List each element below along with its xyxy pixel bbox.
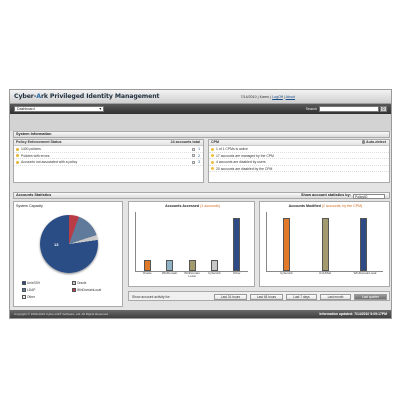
about-link[interactable]: About [286,95,295,99]
cpm-panel: CPM Auto-detect 1 of 1 CPMs is active 17… [208,139,390,183]
legend-item: WinDomainLocal [72,288,101,292]
current-user: Karen [259,95,270,99]
policy-row[interactable]: Accounts not associated with a policy 3 [14,159,203,166]
bar-label: WinDomain Local [184,271,200,279]
header: Cyber-Ark Privileged Identity Management … [10,90,391,104]
account-stats-header: Accounts Statistics Show account statist… [13,192,390,199]
activity-month-button[interactable]: Last month [320,294,351,300]
legend-item: Oracle [72,281,86,285]
search-icon: ⚲ [382,107,385,111]
logo: Cyber-Ark Privileged Identity Management [14,93,160,100]
legend-swatch [72,288,76,292]
chevron-down-icon: ▼ [98,107,102,111]
chart-bar[interactable] [321,217,329,271]
accessed-title: Accounts Accessed (1 accounts) [165,204,220,208]
legend-swatch [22,288,26,292]
logoff-link[interactable]: LogOff [272,95,283,99]
activity-24h-button[interactable]: Last 24 hours [214,294,247,300]
bar-label: UnixSSH [318,271,332,275]
current-date: 7/14/2010 [240,95,257,99]
legend-swatch [22,281,26,285]
chart-bar[interactable] [360,217,368,271]
activity-7d-button[interactable]: Last 7 days [286,294,317,300]
chart-bar[interactable] [210,260,218,271]
copyright: Copyright © 1999-2010 Cyber-Ark® Softwar… [14,312,109,316]
chart-bar[interactable] [233,217,241,271]
cpm-row[interactable]: 20 accounts are disabled by the CPM [209,166,389,172]
footer: Copyright © 1999-2010 Cyber-Ark® Softwar… [10,310,391,318]
toolbar-strip [10,114,391,131]
status-icon [16,147,19,151]
status-icon [211,147,214,151]
bar-label: CyberArk [280,271,293,275]
bar-label: WinDomainLocal [353,271,377,275]
status-icon [16,154,19,158]
system-capacity-panel: System Capacity 13 UnixSSH Oracle LDAP W… [13,201,123,307]
legend-item: LDAP [22,288,35,292]
legend-item: Other [22,295,35,299]
checkbox-icon [192,160,195,164]
chart-bar[interactable] [166,260,174,271]
legend-item: UnixSSH [22,281,40,285]
accounts-modified-panel: Accounts Modified (2 accounts, by the CP… [259,201,390,287]
chart-bar[interactable] [188,260,196,271]
show-by-label: Show account statistics by: [300,193,351,197]
modified-title: Accounts Modified (2 accounts, by the CP… [288,204,363,208]
activity-bar: Show account activity for: Last 24 hours… [128,291,390,301]
bar-label: Other [233,271,241,275]
show-by-select[interactable]: PolicyID [353,193,385,199]
activity-label: Show account activity for: [132,294,171,299]
last-updated: Information updated: 7/14/2010 5:09:17PM [319,311,387,316]
app-window: Cyber-Ark Privileged Identity Management … [9,89,392,319]
checkbox-icon [192,147,195,151]
chart-bar[interactable] [143,260,151,271]
accessed-plot: Oracle WinDomain WinDomain Local CyberArk Ot… [135,212,248,278]
dashboard-select[interactable]: Dashboard ▼ [14,106,104,112]
top-links: 7/14/2010 | Karen | LogOff | About [240,95,295,99]
activity-quarter-button[interactable]: Last quarter [354,294,387,300]
policy-total: 24 accounts total [170,140,200,144]
status-icon [211,160,214,164]
accounts-accessed-panel: Accounts Accessed (1 accounts) Oracle Win… [128,201,255,287]
legend-swatch [22,295,26,299]
app-title: Privileged Identity Management [49,93,160,100]
pie-slice-label: 13 [54,242,59,247]
system-info-header: System Information [13,131,390,138]
status-icon [16,160,19,164]
chart-bar[interactable] [282,217,290,271]
policy-enforcement-panel: Policy Enforcement Status 24 accounts to… [13,139,204,183]
bar-label: Oracle [142,271,152,275]
auto-detect[interactable]: Auto-detect [361,140,386,146]
status-icon [211,167,214,171]
capacity-title: System Capacity [16,204,43,208]
bar-label: WinDomain [161,271,178,275]
search-button[interactable]: ⚲ [380,106,387,112]
modified-plot: CyberArk UnixSSH WinDomainLocal [266,212,383,275]
status-icon [211,154,214,158]
navbar: Dashboard ▼ Search ⚲ [10,104,391,114]
gear-icon [361,140,366,144]
capacity-pie-chart [40,215,98,273]
search-input[interactable] [319,106,379,112]
legend-swatch [72,281,76,285]
checkbox-icon [192,154,195,157]
bar-label: CyberArk [208,271,221,275]
search-label: Search [305,107,317,111]
activity-48h-button[interactable]: Last 48 hours [250,294,283,300]
